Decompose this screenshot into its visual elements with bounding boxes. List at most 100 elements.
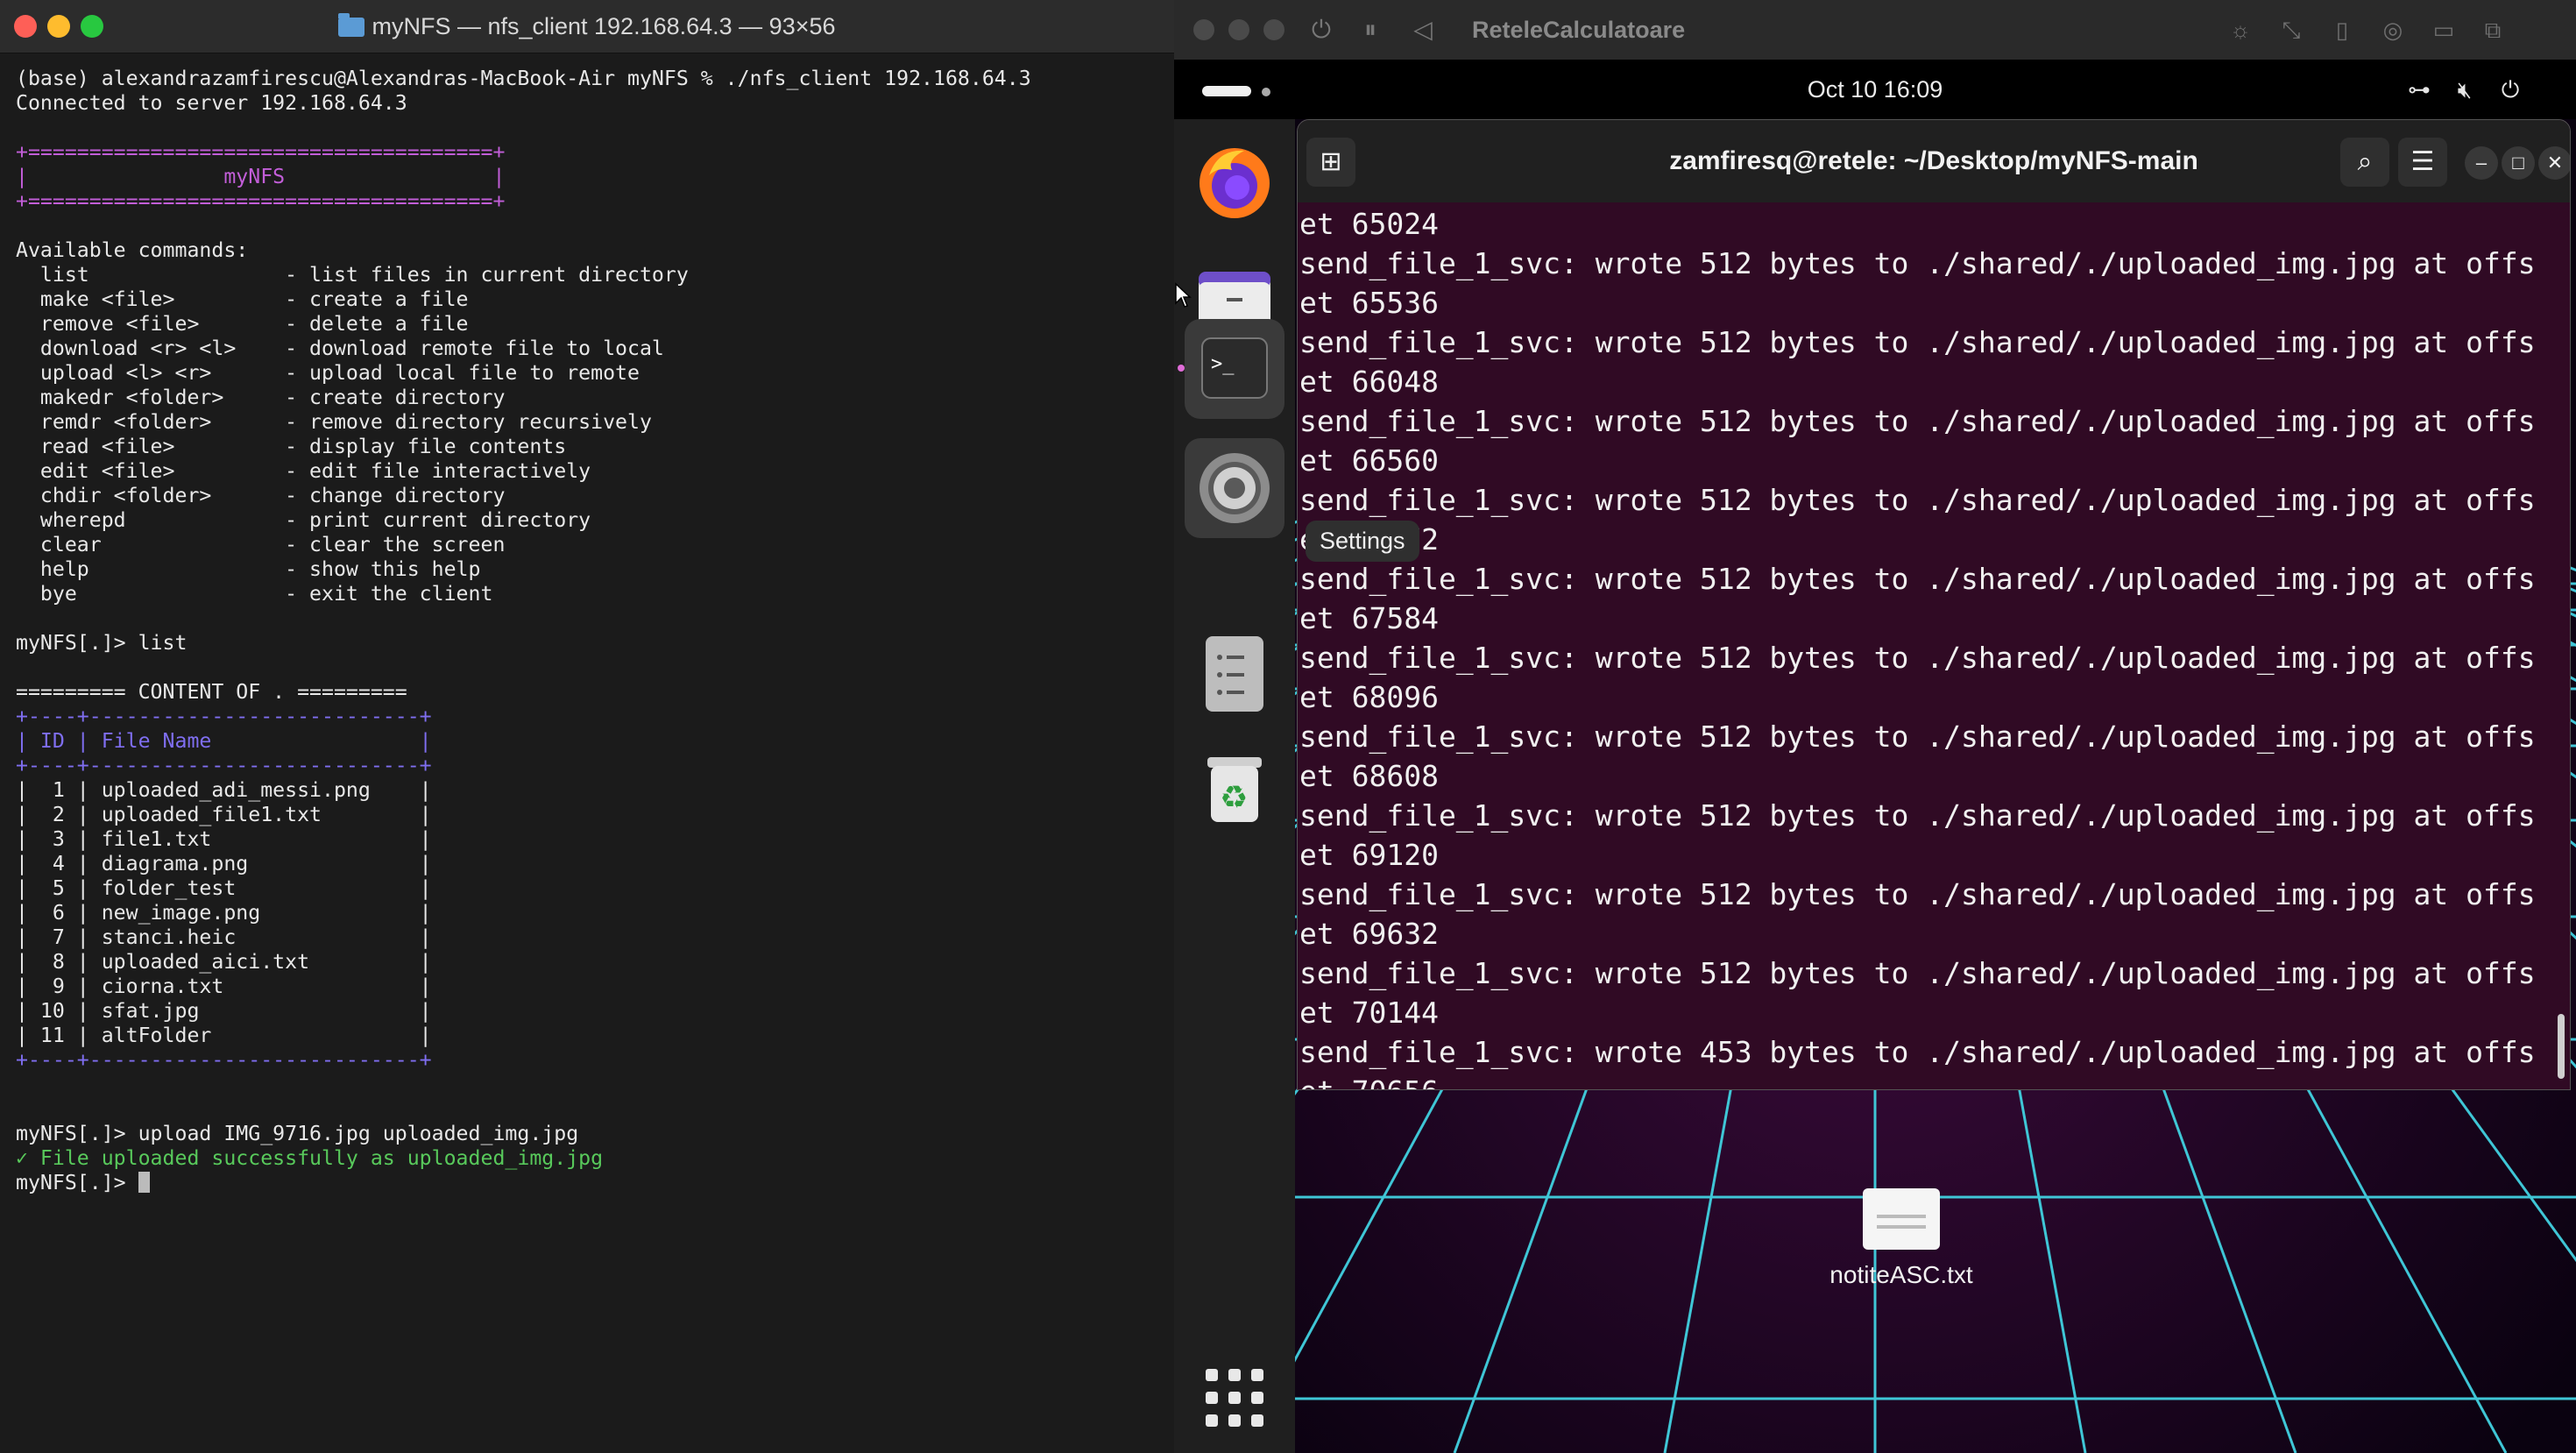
mac-terminal-line: clear - clear the screen [16, 533, 506, 556]
mac-terminal-title: myNFS — nfs_client 192.168.64.3 — 93×56 [372, 13, 836, 39]
mac-terminal-line: | 4 | diagrama.png | [16, 852, 432, 875]
power-menu-icon[interactable]: ⏻ [2495, 75, 2525, 103]
mac-terminal-line: ✓ File uploaded successfully as uploaded… [16, 1146, 604, 1170]
minimize-icon[interactable]: – [2465, 146, 2498, 180]
mac-terminal-line [16, 1097, 1165, 1122]
mac-terminal-line: remove <file> - delete a file [16, 312, 469, 336]
shared-folder-icon[interactable]: ▭ [2429, 16, 2459, 44]
brightness-icon[interactable]: ☼ [2226, 16, 2255, 44]
ubuntu-terminal-output[interactable]: et 65024 send_file_1_svc: wrote 512 bytes… [1299, 204, 2561, 1089]
svg-text:>_: >_ [1211, 353, 1235, 375]
mac-terminal-line [16, 656, 1165, 680]
pause-icon[interactable]: ⏸ [1355, 14, 1386, 46]
ubuntu-terminal-line: send_file_1_svc: wrote 512 bytes to ./sh… [1299, 246, 2536, 280]
windows-icon[interactable]: ⧉ [2478, 16, 2508, 44]
ubuntu-terminal-line: et 65536 [1299, 286, 1439, 320]
mac-terminal-prompt-line[interactable]: myNFS[.]> [16, 1171, 1165, 1195]
mac-terminal-line: make <file> - create a file [16, 287, 469, 311]
search-icon[interactable]: ⌕ [2340, 138, 2389, 187]
mac-terminal-titlebar[interactable]: myNFS — nfs_client 192.168.64.3 — 93×56 [0, 0, 1174, 53]
mac-terminal-line [16, 1073, 1165, 1097]
ubuntu-terminal-line: send_file_1_svc: wrote 512 bytes to ./sh… [1299, 798, 2536, 833]
power-icon[interactable]: ⏻ [1306, 14, 1337, 46]
mac-terminal-line: download <r> <l> - download remote file … [16, 337, 664, 360]
ubuntu-terminal-line: et 67584 [1299, 601, 1439, 635]
ubuntu-terminal-line: send_file_1_svc: wrote 512 bytes to ./sh… [1299, 483, 2536, 517]
text-file-icon [1863, 1188, 1940, 1250]
scrollbar[interactable] [2558, 1014, 2565, 1079]
desktop-file-label: notiteASC.txt [1829, 1261, 1973, 1288]
mac-terminal-line: read <file> - display file contents [16, 435, 567, 458]
mac-terminal-line: remdr <folder> - remove directory recurs… [16, 410, 652, 434]
trash-icon[interactable]: ♻ [1192, 745, 1277, 831]
ubuntu-dock: >_ ♻ [1174, 119, 1295, 1453]
back-icon[interactable]: ◁ [1407, 14, 1439, 46]
terminal-icon[interactable]: >_ [1185, 319, 1284, 419]
mac-terminal-line: | 1 | uploaded_adi_messi.png | [16, 778, 432, 802]
ubuntu-terminal-line: et 66048 [1299, 365, 1439, 399]
vm-close-button[interactable] [1193, 19, 1214, 40]
ubuntu-terminal-line: et 70144 [1299, 996, 1439, 1030]
mac-terminal-line: ========= CONTENT OF . ========= [16, 680, 407, 704]
ubuntu-terminal-window[interactable]: ⊞ zamfiresq@retele: ~/Desktop/myNFS-main… [1297, 119, 2571, 1090]
desktop-file-notiteasc[interactable]: notiteASC.txt [1779, 1188, 2024, 1289]
settings-tooltip: Settings [1306, 521, 1419, 562]
mac-terminal-line: +======================================+ [16, 140, 506, 164]
close-icon[interactable]: ✕ [2538, 146, 2570, 180]
mac-terminal-line: list - list files in current directory [16, 263, 689, 287]
maximize-icon[interactable]: □ [2502, 146, 2535, 180]
mac-terminal-line: | 7 | stanci.heic | [16, 925, 432, 949]
vm-titlebar[interactable]: ⏻ ⏸ ◁ ReteleCalculatoare ☼ ⤡ ▯ ◎ ▭ ⧉ [1174, 0, 2576, 60]
ubuntu-terminal-line: et 66560 [1299, 443, 1439, 478]
mac-terminal-line: myNFS[.]> upload IMG_9716.jpg uploaded_i… [16, 1122, 579, 1145]
firefox-icon[interactable] [1192, 140, 1277, 226]
ubuntu-terminal-line: send_file_1_svc: wrote 512 bytes to ./sh… [1299, 956, 2536, 990]
ubuntu-terminal-headerbar[interactable]: ⊞ zamfiresq@retele: ~/Desktop/myNFS-main… [1298, 120, 2570, 202]
ubuntu-terminal-line: et 65024 [1299, 207, 1439, 241]
disk-icon[interactable] [1192, 631, 1277, 717]
mac-terminal-line: | 2 | uploaded_file1.txt | [16, 803, 432, 826]
vm-zoom-button[interactable] [1263, 19, 1284, 40]
clock[interactable]: Oct 10 16:09 [1174, 60, 2576, 119]
vm-title: ReteleCalculatoare [1472, 17, 1686, 43]
resize-icon[interactable]: ⤡ [2276, 16, 2306, 44]
mac-terminal-line [16, 116, 1165, 140]
mac-terminal-line: | 5 | folder_test | [16, 876, 432, 900]
ubuntu-terminal-line: et 69120 [1299, 838, 1439, 872]
mac-terminal-line: | 3 | file1.txt | [16, 827, 432, 851]
mac-terminal-window[interactable]: myNFS — nfs_client 192.168.64.3 — 93×56 … [0, 0, 1174, 1453]
vm-minimize-button[interactable] [1228, 19, 1249, 40]
text-cursor [138, 1172, 150, 1193]
mac-terminal-line [16, 214, 1165, 238]
vm-window[interactable]: ⏻ ⏸ ◁ ReteleCalculatoare ☼ ⤡ ▯ ◎ ▭ ⧉ Oct… [1174, 0, 2576, 1453]
mac-terminal-line: | 6 | new_image.png | [16, 901, 432, 925]
ubuntu-terminal-line: send_file_1_svc: wrote 512 bytes to ./sh… [1299, 325, 2536, 359]
ubuntu-terminal-line: send_file_1_svc: wrote 512 bytes to ./sh… [1299, 562, 2536, 596]
ubuntu-terminal-lines: et 65024 send_file_1_svc: wrote 512 bytes… [1299, 204, 2561, 1089]
usb-icon[interactable]: ▯ [2327, 16, 2357, 44]
mac-terminal-output[interactable]: (base) alexandrazamfirescu@Alexandras-Ma… [16, 67, 1165, 1453]
mac-terminal-line: | myNFS | [16, 165, 506, 188]
settings-icon[interactable] [1185, 438, 1284, 538]
capture-icon[interactable]: ◎ [2378, 16, 2408, 44]
mac-terminal-line: chdir <folder> - change directory [16, 484, 506, 507]
volume-muted-icon[interactable]: 🔇︎ [2450, 75, 2480, 103]
ubuntu-terminal-line: send_file_1_svc: wrote 512 bytes to ./sh… [1299, 877, 2536, 911]
ubuntu-terminal-line: et 70656 [1299, 1072, 2561, 1089]
mac-terminal-line: Available commands: [16, 238, 249, 262]
mac-terminal-line: +----+---------------------------+ [16, 1048, 432, 1072]
network-icon[interactable]: ⊶ [2404, 75, 2434, 103]
mac-terminal-line: | 10 | sfat.jpg | [16, 999, 432, 1023]
mac-terminal-line: help - show this help [16, 557, 481, 581]
mac-terminal-line: upload <l> <r> - upload local file to re… [16, 361, 640, 385]
hamburger-menu-icon[interactable]: ☰ [2398, 138, 2447, 187]
running-indicator [1178, 365, 1185, 372]
mac-terminal-line: makedr <folder> - create directory [16, 386, 506, 409]
ubuntu-top-bar: Oct 10 16:09 ⊶ 🔇︎ ⏻ [1174, 60, 2576, 119]
ubuntu-terminal-line: send_file_1_svc: wrote 512 bytes to ./sh… [1299, 404, 2536, 438]
mac-terminal-line: +======================================+ [16, 189, 506, 213]
app-grid-icon[interactable] [1192, 1355, 1277, 1441]
ubuntu-terminal-line: send_file_1_svc: wrote 453 bytes to ./sh… [1299, 1035, 2536, 1069]
ubuntu-terminal-line: send_file_1_svc: wrote 512 bytes to ./sh… [1299, 719, 2536, 754]
mac-terminal-title-wrap: myNFS — nfs_client 192.168.64.3 — 93×56 [0, 0, 1174, 53]
